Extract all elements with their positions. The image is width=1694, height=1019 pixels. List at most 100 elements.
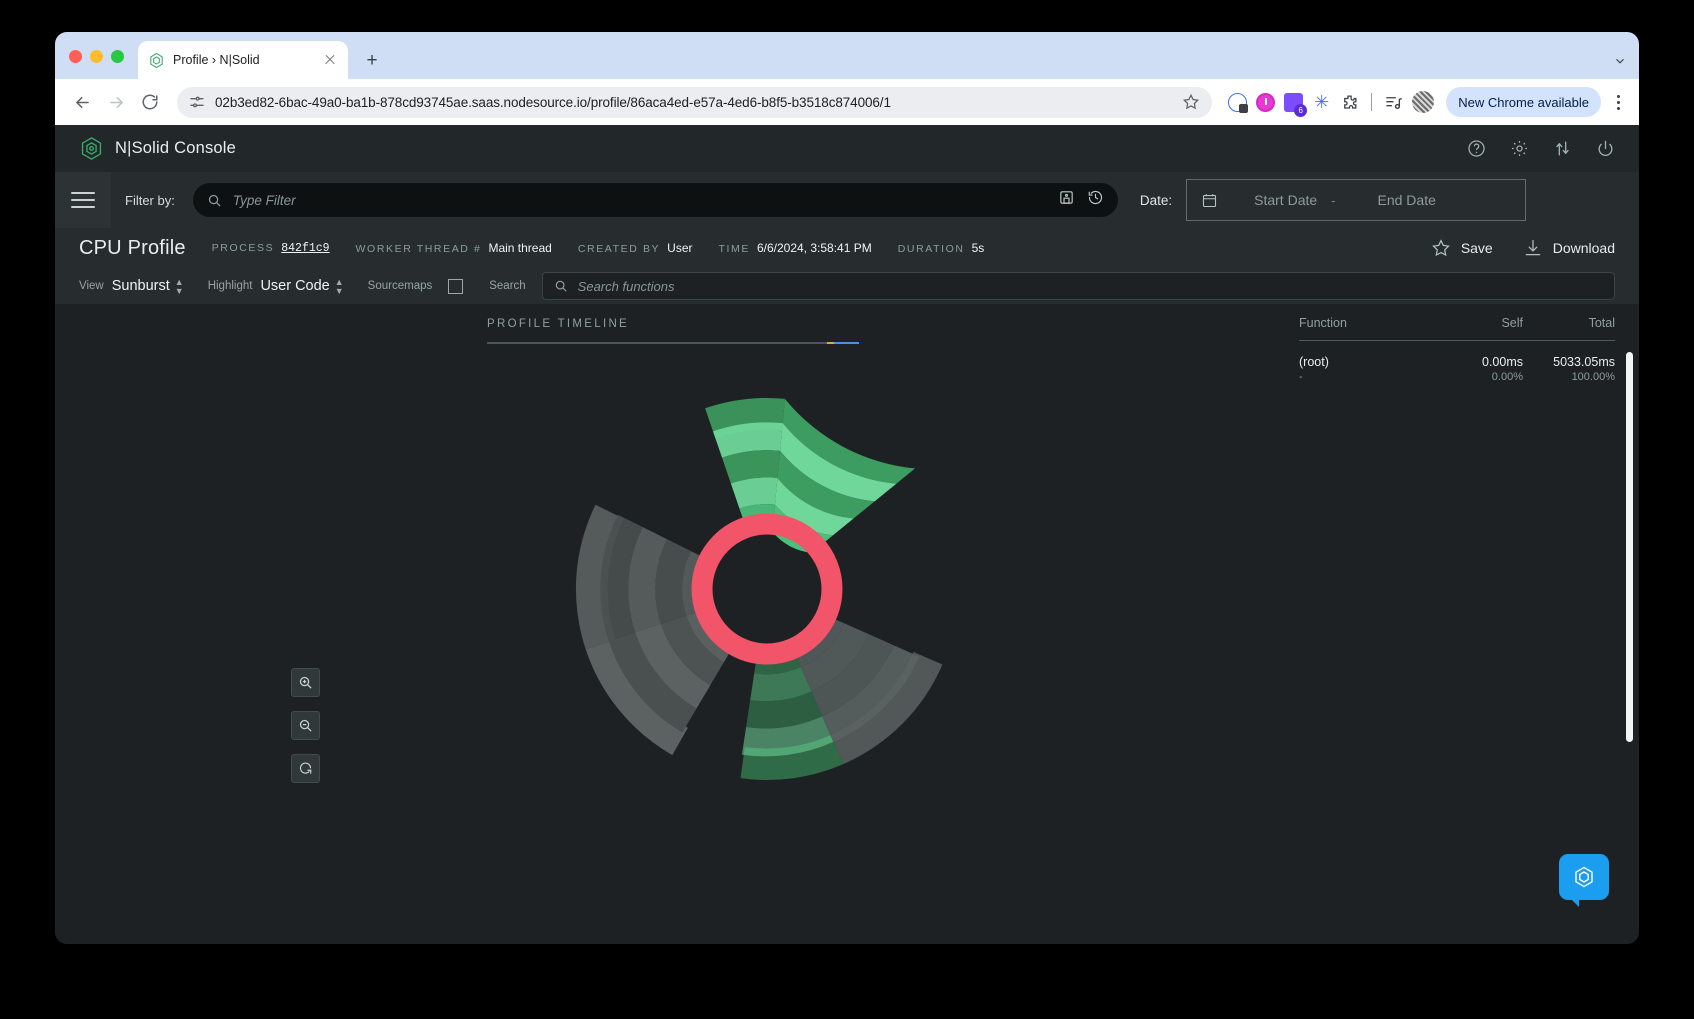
date-range-picker[interactable]: Start Date - End Date (1186, 179, 1527, 221)
filter-placeholder: Type Filter (232, 192, 296, 208)
minimize-window-button[interactable] (90, 50, 103, 63)
meta-key: CREATED BY (577, 243, 661, 255)
brand[interactable]: N|Solid Console (79, 136, 236, 161)
search-icon (554, 279, 568, 293)
browser-window: Profile › N|Solid + 02b3ed82-6bac-49a0-b… (55, 32, 1639, 944)
nsolid-console-app: N|Solid Console Filter by: Type Filter D… (55, 125, 1639, 944)
power-toggle-icon[interactable] (1256, 92, 1276, 112)
extensions-row: ✳ (1224, 91, 1435, 117)
close-window-button[interactable] (69, 50, 82, 63)
close-icon[interactable] (322, 52, 338, 68)
sourcemaps-checkbox[interactable] (448, 278, 464, 294)
sunburst-svg[interactable] (487, 354, 1047, 824)
brand-name: N|Solid Console (115, 139, 237, 157)
download-label: Download (1552, 240, 1615, 256)
meta-worker-thread: WORKER THREAD # Main thread (356, 241, 552, 255)
header-actions (1467, 139, 1615, 158)
row-self-ms: 0.00ms (1482, 355, 1523, 369)
meta-value: 6/6/2024, 3:58:41 PM (756, 241, 872, 255)
reload-icon[interactable] (135, 87, 165, 117)
search-label: Search (489, 280, 526, 292)
row-function-name: (root) (1299, 355, 1329, 369)
meta-key: DURATION (897, 243, 965, 255)
meta-key: WORKER THREAD # (355, 243, 482, 255)
search-functions-input[interactable]: Search functions (541, 272, 1615, 300)
nsolid-cube-icon (148, 52, 165, 69)
meta-created-by: CREATED BY User (578, 241, 693, 255)
asterisk-icon[interactable]: ✳ (1312, 92, 1331, 112)
save-button[interactable]: Save (1431, 238, 1493, 258)
kebab-menu-icon[interactable] (1609, 94, 1627, 110)
address-bar[interactable]: 02b3ed82-6bac-49a0-ba1b-878cd93745ae.saa… (177, 86, 1213, 118)
power-icon[interactable] (1596, 139, 1615, 158)
star-icon[interactable] (1182, 93, 1200, 111)
url-text: 02b3ed82-6bac-49a0-ba1b-878cd93745ae.saa… (215, 94, 891, 110)
meta-value: 5s (971, 241, 985, 255)
browser-tab[interactable]: Profile › N|Solid (138, 41, 348, 79)
maximize-window-button[interactable] (111, 50, 124, 63)
filter-input[interactable]: Type Filter (192, 183, 1118, 217)
filter-bar: Filter by: Type Filter Date: Start Date … (55, 172, 1639, 228)
panel-scrollbar[interactable] (1626, 352, 1633, 742)
view-select-value[interactable]: Sunburst (112, 278, 170, 294)
row-total-ms: 5033.05ms (1553, 355, 1615, 369)
meta-value[interactable]: 842f1c9 (281, 242, 329, 255)
site-settings-icon[interactable] (189, 94, 205, 110)
sunburst-chart[interactable] (487, 354, 1047, 824)
back-arrow-icon[interactable] (67, 87, 97, 117)
zoom-out-button[interactable] (291, 711, 320, 740)
meta-time: TIME 6/6/2024, 3:58:41 PM (719, 241, 872, 255)
view-label: View (79, 280, 104, 292)
support-chat-button[interactable] (1559, 854, 1609, 907)
page-title: CPU Profile (79, 236, 186, 259)
tab-list-chevron-icon[interactable] (1613, 54, 1627, 71)
search-placeholder: Search functions (577, 278, 675, 294)
chevron-updown-icon[interactable]: ▲ ▼ (335, 277, 344, 295)
avatar[interactable] (1412, 91, 1435, 113)
new-chrome-available-button[interactable]: New Chrome available (1446, 87, 1601, 117)
sourcemaps-label: Sourcemaps (367, 280, 433, 292)
save-filter-icon[interactable] (1058, 189, 1075, 211)
date-separator: - (1331, 192, 1336, 208)
media-list-icon[interactable] (1384, 93, 1403, 112)
meta-key: TIME (718, 243, 750, 255)
filter-actions (1058, 189, 1104, 211)
profile-actions: Save Download (1431, 238, 1615, 258)
window-traffic-lights[interactable] (69, 50, 124, 79)
end-date-input[interactable]: End Date (1378, 192, 1436, 208)
meta-duration: DURATION 5s (898, 241, 985, 255)
toolbar-divider (1371, 93, 1373, 111)
history-icon[interactable] (1087, 189, 1104, 211)
meta-key: PROCESS (211, 241, 275, 254)
hamburger-menu-icon[interactable] (55, 172, 111, 228)
layers-badge-icon[interactable] (1284, 92, 1308, 117)
highlight-select-value[interactable]: User Code (260, 278, 329, 294)
column-function: Function (1299, 316, 1347, 330)
compare-icon[interactable] (1553, 139, 1572, 158)
zoom-controls (291, 668, 320, 783)
profile-header: CPU Profile PROCESS 842f1c9 WORKER THREA… (55, 228, 1639, 268)
profile-timeline-track[interactable] (487, 342, 859, 344)
meta-value: User (667, 241, 693, 255)
browser-tab-strip: Profile › N|Solid + (55, 32, 1639, 79)
table-row[interactable]: (root) - 0.00ms 0.00% 5033.05ms 100.00% (1299, 341, 1615, 383)
zoom-in-button[interactable] (291, 668, 320, 697)
download-button[interactable]: Download (1523, 238, 1615, 258)
desktop-background: Profile › N|Solid + 02b3ed82-6bac-49a0-b… (0, 0, 1694, 1019)
new-tab-button[interactable]: + (358, 46, 386, 74)
highlight-label: Highlight (207, 280, 253, 292)
meta-process: PROCESS 842f1c9 (212, 242, 330, 255)
profile-content: PROFILE TIMELINE Function Self Total (ro… (55, 304, 1639, 926)
calendar-icon (1201, 192, 1218, 209)
help-icon[interactable] (1467, 139, 1486, 158)
save-label: Save (1460, 240, 1493, 256)
speedtest-icon[interactable] (1228, 92, 1249, 113)
chevron-updown-icon[interactable]: ▲ ▼ (175, 277, 184, 295)
reset-zoom-button[interactable] (291, 754, 320, 783)
column-total: Total (1588, 316, 1615, 330)
puzzle-icon[interactable] (1340, 93, 1359, 112)
settings-gear-icon[interactable] (1510, 139, 1529, 158)
forward-arrow-icon (101, 87, 131, 117)
start-date-input[interactable]: Start Date (1254, 192, 1317, 208)
date-label: Date: (1139, 192, 1173, 208)
